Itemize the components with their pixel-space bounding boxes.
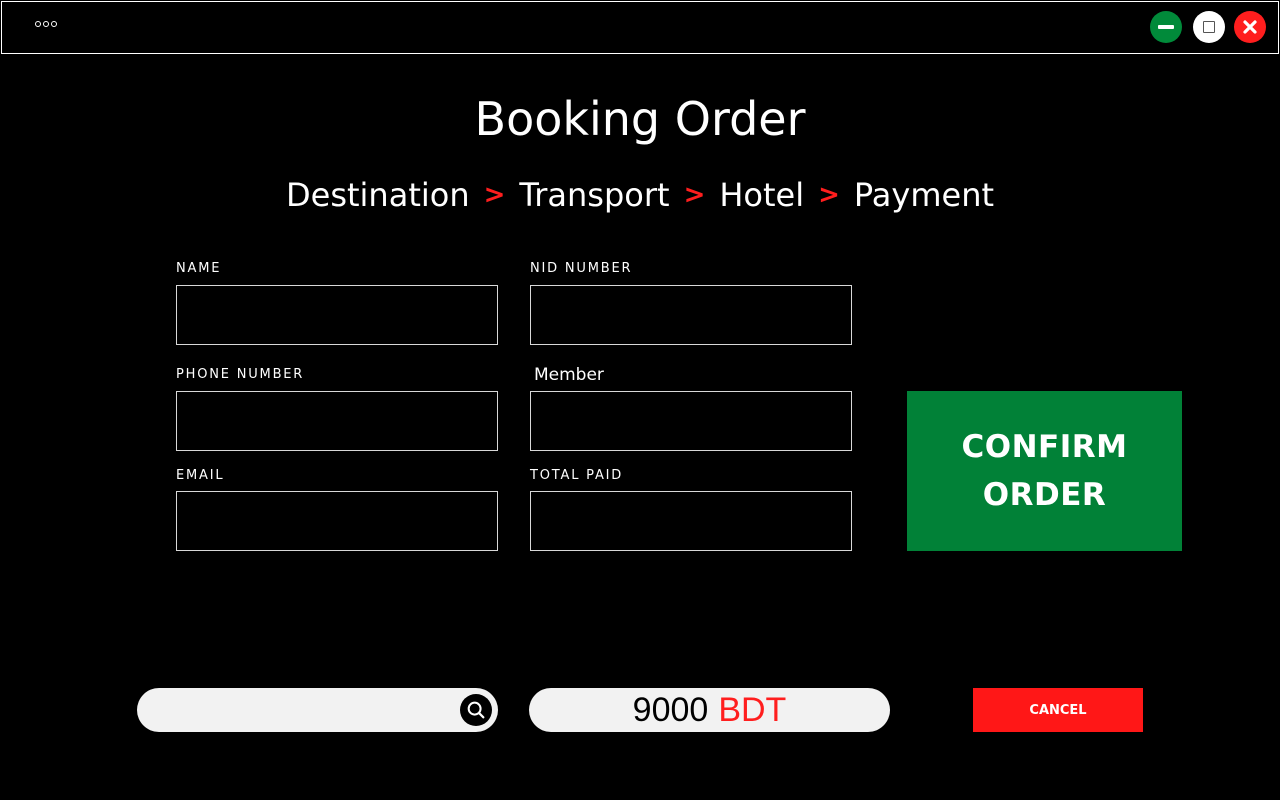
search-bar — [137, 688, 498, 734]
search-icon — [467, 701, 485, 719]
title-bar — [1, 1, 1279, 54]
dot — [43, 21, 49, 27]
maximize-icon — [1203, 21, 1215, 33]
name-field[interactable] — [176, 285, 498, 345]
minimize-button[interactable] — [1150, 11, 1182, 43]
total-amount-display: 9000 BDT — [529, 688, 890, 732]
member-label: Member — [534, 365, 604, 385]
cancel-button[interactable]: CANCEL — [973, 688, 1143, 732]
step-destination[interactable]: Destination — [286, 176, 470, 214]
chevron-right-icon: > — [683, 180, 706, 210]
search-button[interactable] — [460, 694, 492, 726]
close-button[interactable] — [1234, 11, 1266, 43]
nid-number-label: NID NUMBER — [530, 261, 633, 276]
amount-currency: BDT — [718, 690, 787, 729]
search-input[interactable] — [153, 688, 457, 734]
minimize-icon — [1158, 25, 1174, 29]
step-hotel[interactable]: Hotel — [719, 176, 804, 214]
member-field[interactable] — [530, 391, 852, 451]
total-paid-label: TOTAL PAID — [530, 468, 624, 483]
confirm-order-label-line1: CONFIRM — [961, 429, 1128, 465]
confirm-order-button[interactable]: CONFIRM ORDER — [907, 391, 1182, 551]
step-payment[interactable]: Payment — [854, 176, 994, 214]
chevron-right-icon: > — [483, 180, 506, 210]
step-transport[interactable]: Transport — [519, 176, 669, 214]
name-label: NAME — [176, 261, 222, 276]
phone-number-field[interactable] — [176, 391, 498, 451]
total-paid-field[interactable] — [530, 491, 852, 551]
chevron-right-icon: > — [818, 180, 840, 210]
confirm-order-label-line2: ORDER — [982, 477, 1107, 513]
email-label: EMAIL — [176, 468, 225, 483]
amount-value: 9000 — [632, 690, 709, 729]
dot — [35, 21, 41, 27]
maximize-button[interactable] — [1193, 11, 1225, 43]
phone-number-label: PHONE NUMBER — [176, 367, 305, 382]
page-title: Booking Order — [474, 92, 806, 146]
dot — [51, 21, 57, 27]
email-field[interactable] — [176, 491, 498, 551]
nid-number-field[interactable] — [530, 285, 852, 345]
three-dots-icon[interactable] — [35, 21, 57, 27]
close-icon — [1243, 20, 1257, 34]
app-window: Booking Order Destination > Transport > … — [0, 0, 1280, 800]
booking-steps-breadcrumb: Destination > Transport > Hotel > Paymen… — [0, 176, 1280, 214]
